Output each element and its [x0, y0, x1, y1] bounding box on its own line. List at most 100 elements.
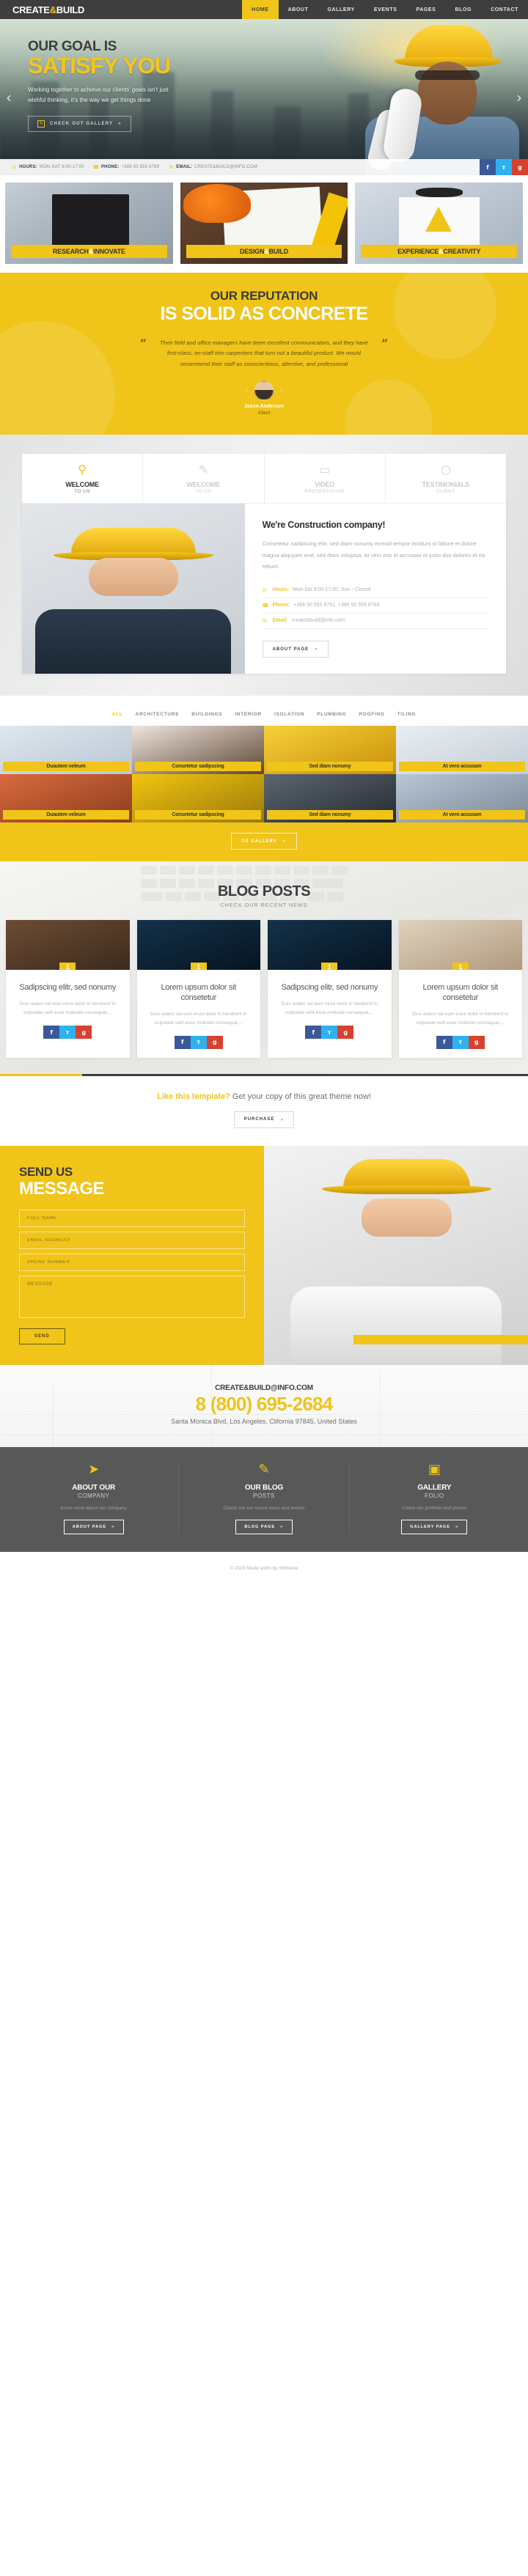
google-plus-icon[interactable]: g: [337, 1026, 354, 1039]
tab-video-presentation[interactable]: ▭ VIDEO PRESENTATION: [265, 454, 386, 504]
gallery-filter-architecture[interactable]: ARCHITECTURE: [136, 712, 180, 717]
clock-icon: ◴: [262, 586, 267, 593]
feature-card-research[interactable]: RESEARCH&INNOVATE: [5, 183, 173, 264]
gallery-item[interactable]: At vero accusam: [396, 774, 528, 823]
gallery-filter-tiling[interactable]: TILING: [397, 712, 417, 717]
picture-icon: ▣: [428, 1462, 441, 1478]
gallery-item[interactable]: Sed diam nonumy: [264, 774, 396, 823]
footer-column-title2: POSTS: [253, 1493, 275, 1500]
gallery-item[interactable]: Consetetur sadipscing: [132, 774, 264, 823]
twitter-icon[interactable]: ᴛ: [496, 159, 512, 175]
facebook-icon[interactable]: f: [305, 1026, 322, 1039]
feature-card-design[interactable]: DESIGN&BUILD: [180, 183, 348, 264]
google-plus-icon[interactable]: g: [206, 1035, 223, 1049]
gallery-item[interactable]: At vero accusam: [396, 726, 528, 774]
purchase-button[interactable]: PURCHASE »: [233, 1111, 295, 1128]
info-hours-label: HOURS:: [19, 165, 37, 169]
blog-section: BLOG POSTS CHECK OUR RECENT NEWS 1 MAR S…: [0, 861, 528, 1074]
site-logo[interactable]: CREATE & BUILD: [0, 0, 84, 19]
footer-column-text: Check out our recent news and events: [223, 1506, 305, 1512]
gallery-filter-isolation[interactable]: ISOLATION: [274, 712, 304, 717]
blog-post-day: 1: [458, 963, 463, 971]
reputation-section: OUR REPUTATION IS SOLID AS CONCRETE “ Th…: [0, 273, 528, 435]
twitter-icon[interactable]: ᴛ: [321, 1026, 338, 1039]
blog-post-share: f ᴛ g: [406, 1035, 516, 1049]
full-name-input[interactable]: [19, 1210, 245, 1228]
hero-gallery-button[interactable]: ✎ CHECK OUT GALLERY »: [28, 115, 131, 132]
gallery-page-footer-button[interactable]: GALLERY PAGE »: [401, 1520, 468, 1535]
blog-post-day: 1: [327, 963, 331, 971]
gallery-grid: Duautem veleum Consetetur sadipscing Sed…: [0, 726, 528, 823]
blog-post-card[interactable]: 1 MAR Sadipscing elitr, sed nonumy Duis …: [268, 920, 392, 1058]
feature-card-experience[interactable]: EXPERIENCE&CREATIVITY: [355, 183, 524, 264]
gallery-item[interactable]: Consetetur sadipscing: [132, 726, 264, 774]
welcome-tab-content: We're Construction company! Consetetur s…: [22, 504, 506, 674]
twitter-icon[interactable]: ᴛ: [190, 1035, 207, 1049]
gallery-item[interactable]: Sed diam nonumy: [264, 726, 396, 774]
footer-column-blog: ✎ OUR BLOG POSTS Check out our recent ne…: [179, 1463, 350, 1535]
tab-testimonials[interactable]: ○ TESTIMONIALS CLIENT: [386, 454, 506, 503]
about-page-button[interactable]: ABOUT PAGE »: [262, 641, 329, 658]
welcome-detail-phone: ☎ Phone: +386 50 555 6791, +386 50 555 6…: [262, 598, 490, 614]
tab-welcome-secondary[interactable]: ✎ WELCOME TO US: [143, 454, 265, 504]
phone-number-input[interactable]: [19, 1254, 245, 1272]
nav-item-about[interactable]: ABOUT: [279, 0, 318, 19]
gallery-filter-interior[interactable]: INTERIOR: [235, 712, 262, 717]
about-page-footer-button[interactable]: ABOUT PAGE »: [63, 1520, 124, 1535]
nav-item-contact[interactable]: CONTACT: [481, 0, 528, 19]
twitter-icon[interactable]: ᴛ: [452, 1035, 469, 1049]
tab-welcome-to-us[interactable]: ⚲ WELCOME TO US: [22, 454, 144, 504]
tab-label-line2: TO US: [74, 489, 90, 495]
twitter-icon[interactable]: ᴛ: [59, 1026, 76, 1039]
email-address-input[interactable]: [19, 1232, 245, 1250]
logo-ampersand: &: [49, 4, 56, 15]
gallery-filter-all[interactable]: ALL: [112, 712, 123, 717]
google-plus-icon[interactable]: g: [512, 159, 528, 175]
site-footer: ➤ ABOUT OUR COMPANY Know more about our …: [0, 1447, 528, 1553]
send-button[interactable]: SEND: [19, 1328, 65, 1345]
footer-column-title2: COMPANY: [77, 1493, 110, 1500]
gallery-item[interactable]: Duautem veleum: [0, 774, 132, 823]
gallery-filter-plumbing[interactable]: PLUMBING: [317, 712, 346, 717]
gallery-icon: ✎: [37, 119, 45, 128]
nav-item-pages[interactable]: PAGES: [406, 0, 445, 19]
gallery-filter-buildings[interactable]: BUILDINGS: [191, 712, 222, 717]
nav-item-gallery[interactable]: GALLERY: [318, 0, 364, 19]
google-plus-icon[interactable]: g: [468, 1035, 485, 1049]
blog-post-title: Lorem upsum dolor sit consetetur: [422, 983, 499, 1002]
blog-post-excerpt: Duis autem vel eum iriure dolor in hendr…: [412, 1011, 509, 1026]
about-page-button-label: ABOUT PAGE: [272, 647, 309, 652]
facebook-icon[interactable]: f: [43, 1026, 60, 1039]
blog-post-card[interactable]: 1 MAR Lorem upsum dolor sit consetetur D…: [136, 920, 260, 1058]
contact-phone: 8 (800) 695-2684: [195, 1393, 333, 1416]
testimonial-author: ‹ › Jason Anderson Client: [0, 381, 528, 416]
nav-item-home[interactable]: HOME: [242, 0, 279, 19]
welcome-email-label: Email:: [272, 618, 288, 623]
message-textarea[interactable]: [19, 1276, 245, 1319]
testimonial-prev-arrow[interactable]: ‹: [245, 387, 248, 394]
gallery-item-caption: At vero accusam: [399, 810, 525, 820]
facebook-icon[interactable]: f: [480, 159, 496, 175]
gallery-filter-roofing[interactable]: ROOFING: [359, 712, 384, 717]
hero-prev-arrow[interactable]: ‹: [6, 90, 12, 105]
blog-page-footer-button[interactable]: BLOG PAGE »: [235, 1520, 293, 1535]
facebook-icon[interactable]: f: [436, 1035, 452, 1049]
gallery-item[interactable]: Duautem veleum: [0, 726, 132, 774]
blog-post-card[interactable]: 1 MAR Lorem upsum dolor sit consetetur D…: [398, 920, 522, 1058]
copyright-bar: © 2023 Made width by Shtheme: [0, 1552, 528, 1584]
welcome-section: ⚲ WELCOME TO US ✎ WELCOME TO US ▭ VIDEO …: [0, 435, 528, 696]
to-gallery-button[interactable]: TO GALLERY »: [231, 833, 297, 850]
phone-icon: ☎: [92, 164, 100, 170]
nav-item-events[interactable]: EVENTS: [364, 0, 407, 19]
facebook-icon[interactable]: f: [174, 1035, 191, 1049]
blog-post-card[interactable]: 1 MAR Sadipscing elitr, sed nonumy Duis …: [6, 920, 130, 1058]
hero-title-line2: SATISFY YOU: [28, 52, 171, 78]
blog-post-excerpt: Duis autem vel eum iriure dolor in hendr…: [19, 1001, 116, 1016]
hero-next-arrow[interactable]: ›: [516, 90, 522, 105]
google-plus-icon[interactable]: g: [76, 1026, 92, 1039]
testimonial-next-arrow[interactable]: ›: [280, 387, 283, 394]
nav-item-blog[interactable]: BLOG: [445, 0, 481, 19]
hero-button-arrow-icon: »: [118, 121, 122, 126]
footer-column-gallery: ▣ GALLERY FOLIO Check our portfolio and …: [350, 1462, 519, 1535]
welcome-phone-label: Phone:: [272, 603, 290, 608]
